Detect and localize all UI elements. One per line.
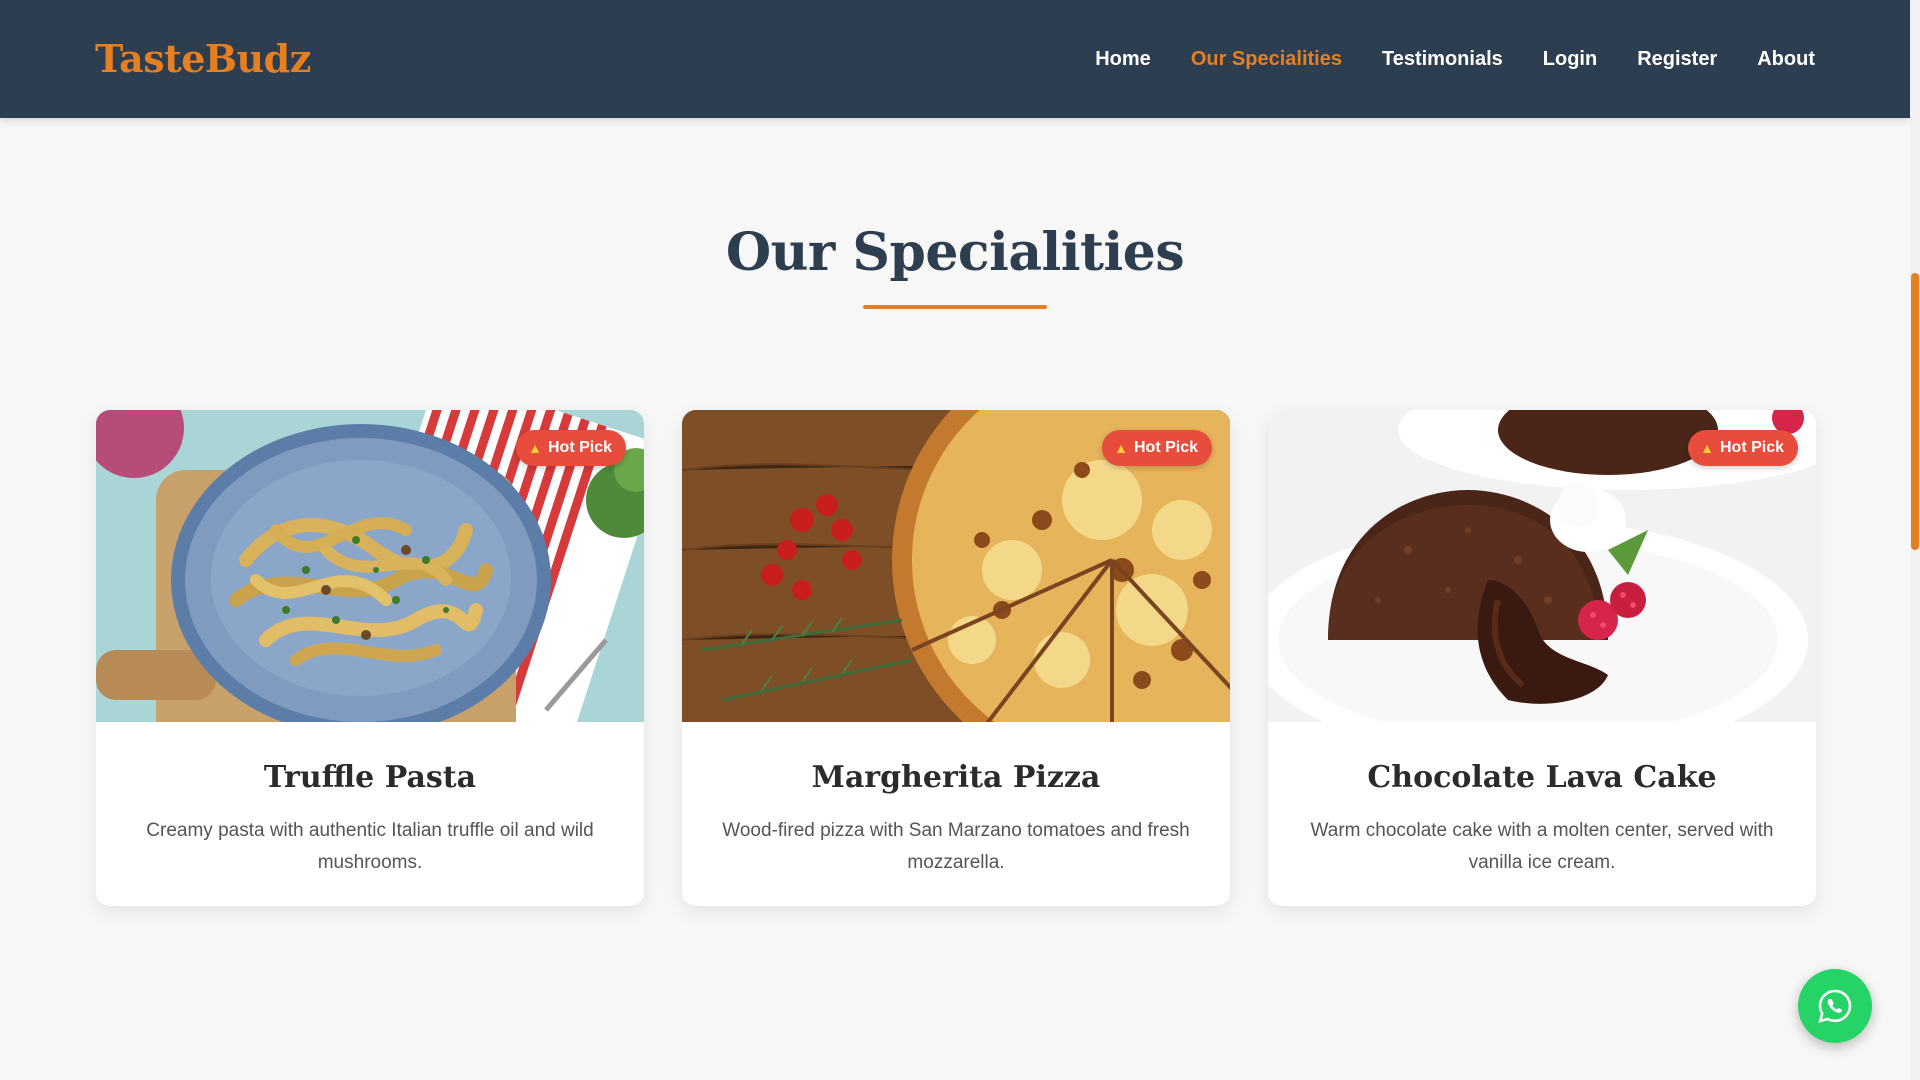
- card-body: Margherita Pizza Wood-fired pizza with S…: [682, 722, 1230, 879]
- badge-label: Hot Pick: [1719, 439, 1784, 456]
- card-description: Wood-fired pizza with San Marzano tomato…: [722, 820, 1190, 873]
- badge-label: Hot Pick: [1133, 439, 1198, 456]
- nav-home[interactable]: Home: [1095, 48, 1151, 71]
- speciality-card-margherita-pizza[interactable]: ▲ Hot Pick Margherita Pizza Wood-fired p…: [682, 410, 1230, 906]
- brand-logo[interactable]: TasteBudz: [95, 36, 311, 81]
- speciality-card-chocolate-lava-cake[interactable]: ▲ Hot Pick Chocolate Lava Cake Warm choc…: [1268, 410, 1816, 906]
- section-title: Our Specialities: [725, 222, 1185, 283]
- card-body: Chocolate Lava Cake Warm chocolate cake …: [1268, 722, 1816, 879]
- card-title: Chocolate Lava Cake: [1367, 760, 1717, 795]
- chocolate-lava-cake-image: ▲ Hot Pick: [1268, 410, 1816, 722]
- card-body: Truffle Pasta Creamy pasta with authenti…: [96, 722, 644, 879]
- flame-icon: ▲: [528, 440, 542, 456]
- nav-register[interactable]: Register: [1637, 48, 1717, 71]
- specialities-grid: ▲ Hot Pick Truffle Pasta Creamy pasta wi…: [96, 410, 1816, 906]
- truffle-pasta-image: ▲ Hot Pick: [96, 410, 644, 722]
- speciality-card-truffle-pasta[interactable]: ▲ Hot Pick Truffle Pasta Creamy pasta wi…: [96, 410, 644, 906]
- nav-about[interactable]: About: [1757, 48, 1815, 71]
- main-nav: Home Our Specialities Testimonials Login…: [1095, 0, 1815, 118]
- card-title: Truffle Pasta: [263, 760, 477, 795]
- title-underline: [863, 305, 1047, 309]
- nav-testimonials[interactable]: Testimonials: [1382, 48, 1503, 71]
- site-header: TasteBudz Home Our Specialities Testimon…: [0, 0, 1910, 118]
- scrollbar[interactable]: [1910, 0, 1920, 1080]
- hot-pick-badge: ▲ Hot Pick: [516, 430, 626, 466]
- nav-login[interactable]: Login: [1543, 48, 1597, 71]
- badge-label: Hot Pick: [547, 439, 612, 456]
- scrollbar-thumb[interactable]: [1911, 273, 1919, 550]
- card-description: Creamy pasta with authentic Italian truf…: [146, 820, 594, 873]
- hot-pick-badge: ▲ Hot Pick: [1688, 430, 1798, 466]
- whatsapp-icon: [1818, 989, 1852, 1023]
- flame-icon: ▲: [1114, 440, 1128, 456]
- margherita-pizza-image: ▲ Hot Pick: [682, 410, 1230, 722]
- card-description: Warm chocolate cake with a molten center…: [1310, 820, 1774, 873]
- whatsapp-button[interactable]: [1798, 969, 1872, 1043]
- nav-our-specialities[interactable]: Our Specialities: [1191, 48, 1342, 71]
- card-title: Margherita Pizza: [811, 760, 1101, 795]
- hot-pick-badge: ▲ Hot Pick: [1102, 430, 1212, 466]
- flame-icon: ▲: [1700, 440, 1714, 456]
